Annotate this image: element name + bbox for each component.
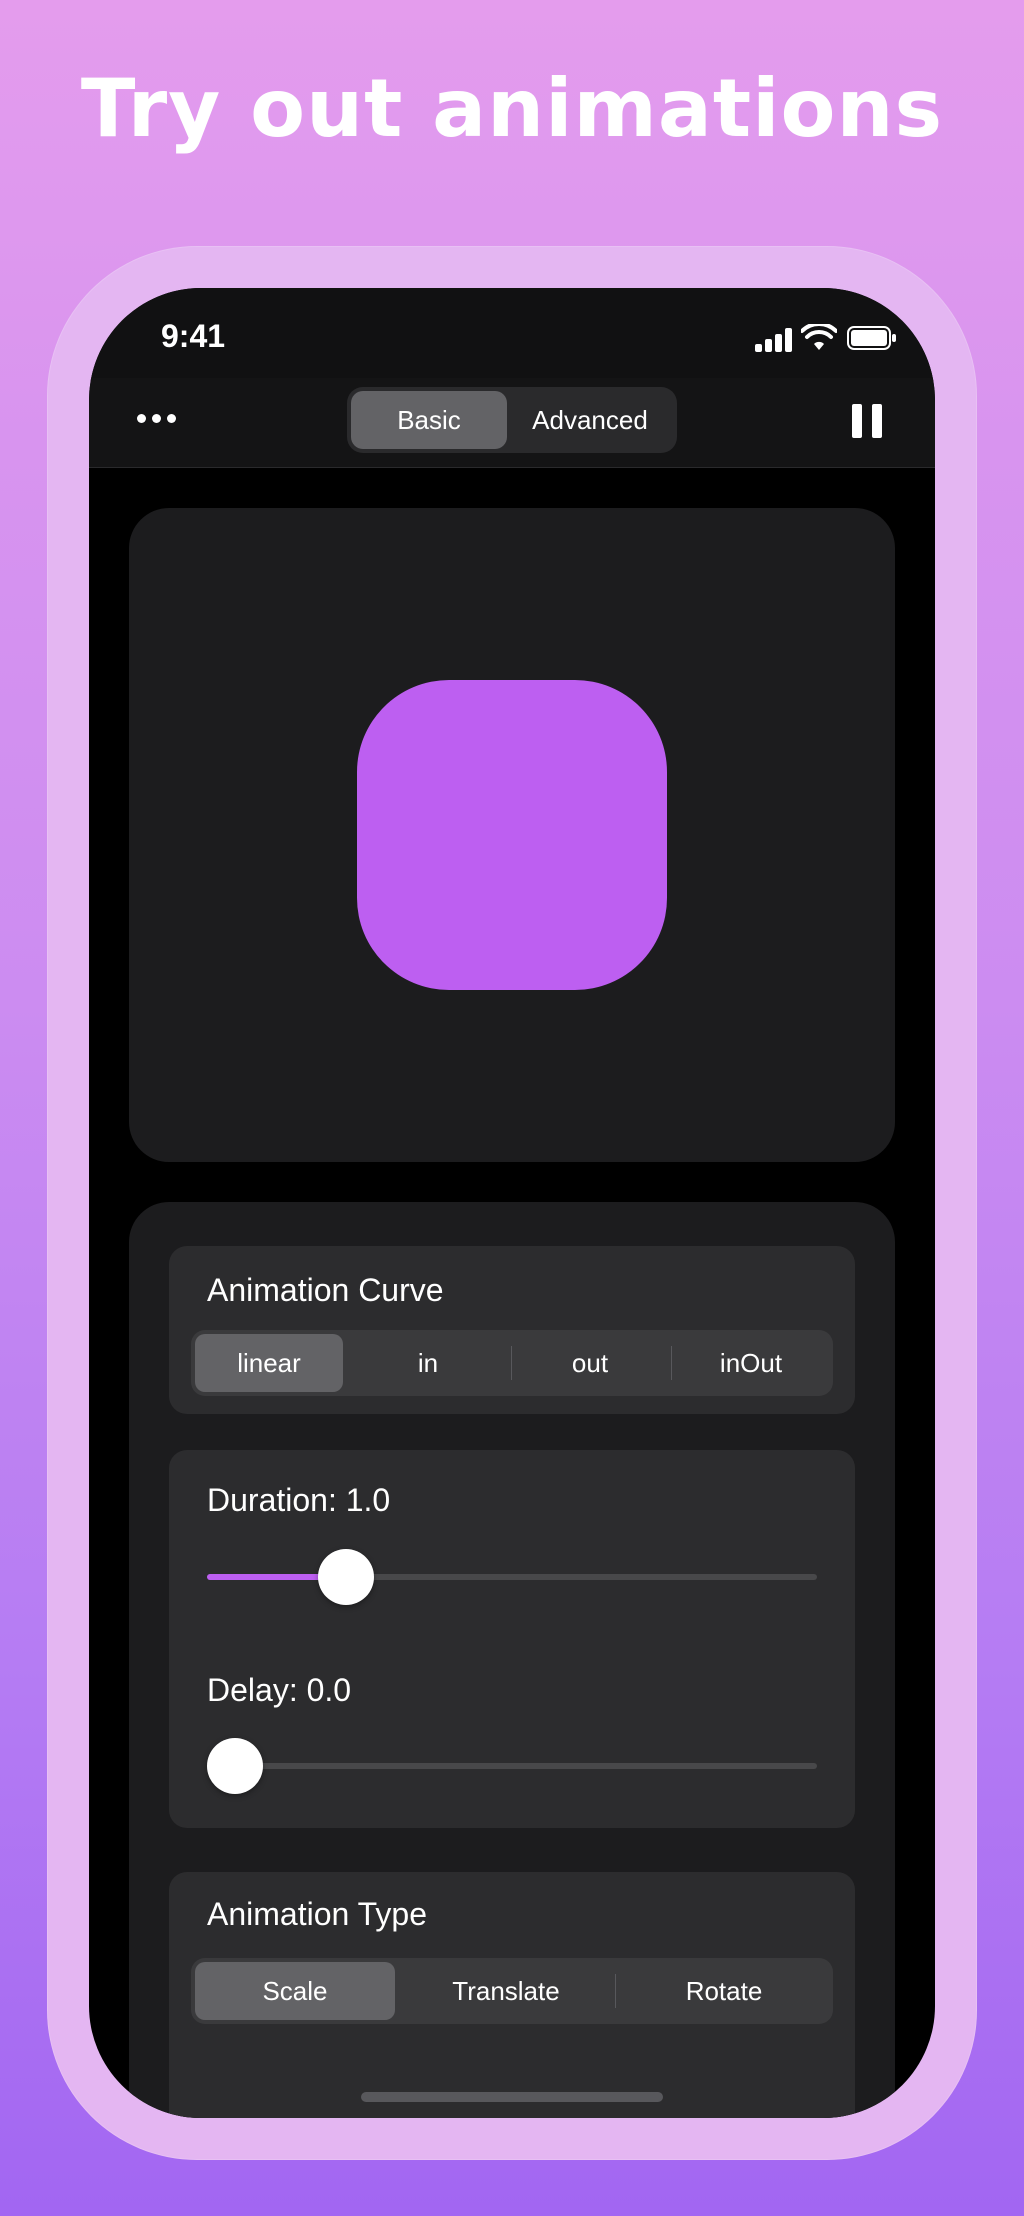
curve-option-linear[interactable]: linear: [195, 1334, 343, 1392]
segment-divider: [615, 1974, 616, 2008]
curve-segmented-control: linear in out inOut: [191, 1330, 833, 1396]
duration-slider-thumb[interactable]: [317, 1549, 374, 1605]
ellipsis-icon[interactable]: [137, 410, 181, 426]
segment-divider: [671, 1346, 672, 1380]
tab-advanced[interactable]: Advanced: [507, 391, 673, 449]
animation-type-title: Animation Type: [207, 1896, 427, 1932]
delay-slider[interactable]: [207, 1738, 817, 1794]
status-time: 9:41: [161, 318, 226, 354]
type-option-scale[interactable]: Scale: [195, 1962, 395, 2020]
delay-label: Delay: 0.0: [207, 1672, 352, 1708]
timing-group: Duration: 1.0 Delay: 0.0: [169, 1450, 855, 1828]
duration-slider[interactable]: [207, 1549, 817, 1605]
mode-segmented-control: Basic Advanced: [347, 387, 677, 453]
animation-preview-card: [129, 508, 895, 1162]
curve-option-in[interactable]: in: [351, 1334, 505, 1392]
segment-divider: [511, 1346, 512, 1380]
type-option-translate[interactable]: Translate: [403, 1962, 609, 2020]
home-indicator: [361, 2092, 663, 2102]
type-segmented-control: Scale Translate Rotate: [191, 1958, 833, 2024]
animation-type-group: Animation Type Scale Translate Rotate: [169, 1872, 855, 2118]
type-option-rotate[interactable]: Rotate: [619, 1962, 829, 2020]
controls-card: Animation Curve linear in out inOut Dura…: [129, 1202, 895, 2118]
wifi-icon: [801, 324, 837, 350]
cellular-signal-icon: [755, 328, 793, 352]
status-bar: 9:41: [89, 288, 935, 378]
animated-shape: [357, 680, 667, 990]
animation-curve-group: Animation Curve linear in out inOut: [169, 1246, 855, 1414]
battery-icon: [847, 326, 896, 350]
curve-option-inout[interactable]: inOut: [673, 1334, 829, 1392]
duration-label: Duration: 1.0: [207, 1482, 391, 1518]
delay-slider-thumb[interactable]: [207, 1738, 263, 1794]
animation-curve-title: Animation Curve: [207, 1272, 444, 1308]
pause-icon[interactable]: [849, 402, 885, 440]
promo-headline: Try out animations: [80, 62, 944, 155]
phone-screen: 9:41 Basic Advanced Animation Curve line…: [89, 288, 935, 2118]
tab-basic[interactable]: Basic: [351, 391, 507, 449]
curve-option-out[interactable]: out: [513, 1334, 667, 1392]
